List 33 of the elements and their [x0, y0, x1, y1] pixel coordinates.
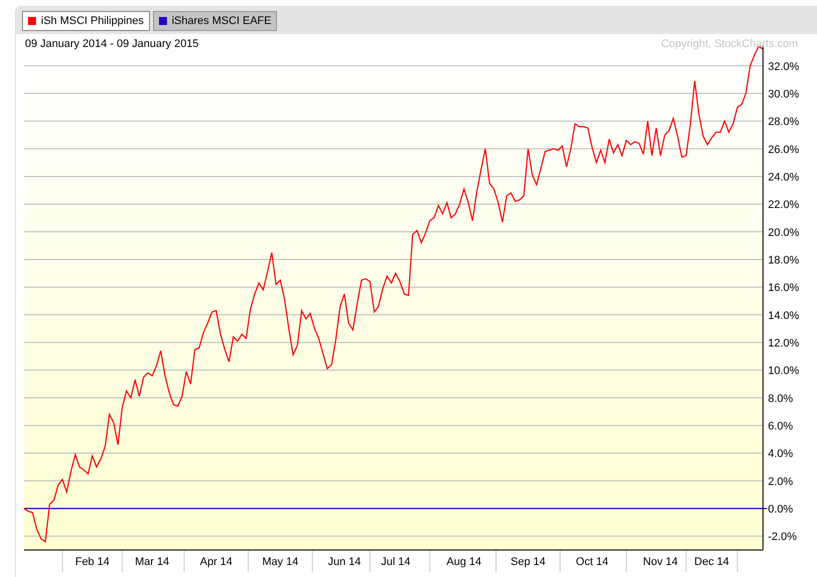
date-range: 09 January 2014 - 09 January 2015	[25, 38, 199, 50]
y-axis-label: 32.0%	[768, 60, 800, 73]
copyright-text: Copyright, StockCharts.com	[661, 38, 798, 50]
y-axis-label: 16.0%	[768, 282, 800, 294]
y-axis-label: 10.0%	[768, 365, 800, 378]
legend-tab[interactable]: iSh MSCI Philippines	[22, 10, 150, 30]
x-axis-label: Nov 14	[643, 556, 678, 568]
y-axis-label: 4.0%	[768, 448, 794, 460]
x-axis-label: May 14	[262, 556, 298, 568]
legend-tab[interactable]: iShares MSCI EAFE	[152, 10, 278, 30]
y-axis-label: 18.0%	[768, 254, 800, 266]
x-axis-label: Jun 14	[328, 556, 361, 568]
x-axis-label: Sep 14	[510, 556, 546, 568]
y-axis-label: 20.0%	[768, 226, 800, 239]
x-axis-label: Jul 14	[380, 556, 410, 568]
x-axis-label: Feb 14	[75, 556, 110, 568]
x-axis-label: Aug 14	[446, 556, 482, 568]
y-axis-label: 2.0%	[768, 476, 794, 488]
x-axis-label: Dec 14	[694, 556, 730, 568]
x-axis-label: Mar 14	[135, 556, 170, 568]
y-axis-label: 8.0%	[768, 392, 794, 405]
x-axis-label: Oct 14	[576, 556, 608, 568]
y-axis-label: -2.0%	[768, 531, 797, 544]
y-axis-label: 22.0%	[768, 199, 800, 212]
y-axis-label: 28.0%	[768, 116, 800, 128]
x-axis-label: Apr 14	[200, 556, 232, 568]
y-axis-label: 26.0%	[768, 144, 800, 156]
y-axis-label: 24.0%	[768, 171, 800, 184]
y-axis-label: 6.0%	[768, 420, 794, 432]
y-axis-label: 0.0%	[768, 504, 794, 516]
y-axis-label: 30.0%	[768, 88, 800, 100]
y-axis-label: 14.0%	[768, 310, 800, 322]
y-axis-label: 12.0%	[768, 337, 800, 350]
